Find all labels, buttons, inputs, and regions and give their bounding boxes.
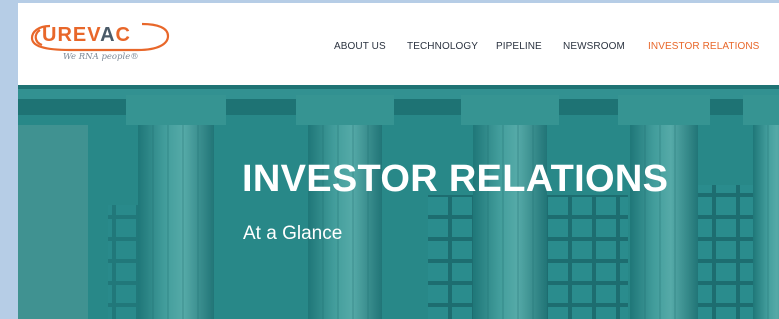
hero-subtitle: At a Glance xyxy=(243,223,343,244)
nav-item-investor-relations[interactable]: INVESTOR RELATIONS xyxy=(648,41,759,52)
site-header: UREVAC We RNA people® ABOUT US TECHNOLOG… xyxy=(18,3,779,85)
hero-columns-image xyxy=(18,85,779,319)
nav-item-about-us[interactable]: ABOUT US xyxy=(334,41,386,52)
hero-title: INVESTOR RELATIONS xyxy=(242,158,669,200)
main-nav: ABOUT US TECHNOLOGY PIPELINE NEWSROOM IN… xyxy=(18,41,779,55)
hero-banner: INVESTOR RELATIONS At a Glance xyxy=(18,85,779,319)
nav-item-newsroom[interactable]: NEWSROOM xyxy=(563,41,625,52)
nav-item-pipeline[interactable]: PIPELINE xyxy=(496,41,542,52)
nav-item-technology[interactable]: TECHNOLOGY xyxy=(407,41,478,52)
browser-viewport: UREVAC We RNA people® ABOUT US TECHNOLOG… xyxy=(18,3,779,319)
